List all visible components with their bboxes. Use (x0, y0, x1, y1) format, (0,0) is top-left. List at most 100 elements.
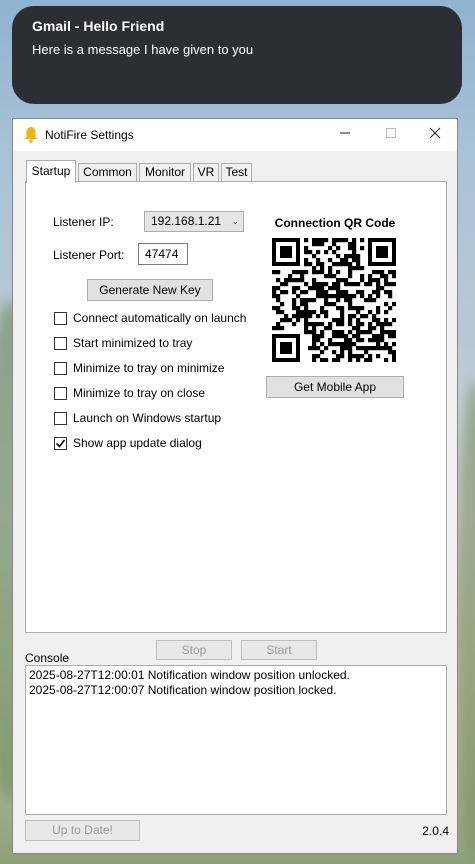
qr-module (336, 298, 341, 303)
qr-module (352, 306, 357, 311)
qr-module (284, 318, 289, 323)
qr-module (356, 262, 361, 267)
stop-button[interactable]: Stop (156, 640, 232, 660)
qr-module (340, 346, 345, 351)
qr-module (280, 290, 285, 295)
generate-new-key-button[interactable]: Generate New Key (87, 279, 213, 301)
qr-module (304, 314, 309, 319)
qr-module (340, 258, 345, 263)
qr-module (292, 298, 297, 303)
qr-module (380, 334, 385, 339)
qr-module (348, 330, 353, 335)
qr-module (344, 294, 349, 299)
qr-module (364, 298, 369, 303)
checkbox-box[interactable] (54, 312, 67, 325)
qr-module (296, 270, 301, 275)
qr-module (308, 322, 313, 327)
qr-module (392, 270, 396, 275)
checkbox-label: Start minimized to tray (73, 336, 193, 350)
qr-module (324, 314, 329, 319)
qr-module (348, 262, 353, 267)
checkbox-box[interactable] (54, 337, 67, 350)
qr-module (300, 314, 305, 319)
qr-module (356, 346, 361, 351)
console-log[interactable]: 2025-08-27T12:00:01 Notification window … (25, 665, 447, 815)
qr-module (360, 338, 365, 343)
qr-module (332, 262, 337, 267)
notification-toast[interactable]: Gmail - Hello Friend Here is a message I… (12, 6, 462, 104)
qr-module (348, 346, 353, 351)
qr-module (324, 294, 329, 299)
qr-module (332, 250, 337, 255)
checkbox-box[interactable] (54, 387, 67, 400)
tab-startup[interactable]: Startup (26, 160, 76, 183)
qr-module (380, 338, 385, 343)
qr-module (360, 294, 365, 299)
checkmark-icon (55, 439, 66, 448)
close-icon (429, 127, 441, 139)
start-button[interactable]: Start (241, 640, 317, 660)
tab-common[interactable]: Common (78, 163, 137, 181)
qr-module (352, 266, 357, 271)
qr-module (352, 258, 357, 263)
qr-module (368, 298, 373, 303)
qr-module (336, 278, 341, 283)
close-button[interactable] (413, 119, 457, 151)
qr-module (272, 270, 277, 275)
qr-module (356, 258, 361, 263)
qr-module (352, 354, 357, 359)
qr-module (352, 334, 357, 339)
qr-module (324, 310, 329, 315)
get-mobile-app-button[interactable]: Get Mobile App (266, 376, 404, 398)
qr-module (348, 354, 353, 359)
qr-module (384, 342, 389, 347)
qr-module (352, 326, 357, 331)
qr-module (384, 290, 389, 295)
checkbox-box[interactable] (54, 362, 67, 375)
qr-module (348, 282, 353, 287)
qr-module (304, 246, 309, 251)
qr-module (312, 266, 317, 271)
qr-module (340, 330, 345, 335)
tab-vr[interactable]: VR (193, 163, 219, 181)
qr-module (364, 282, 369, 287)
minimize-button[interactable] (323, 119, 367, 151)
qr-module (356, 322, 361, 327)
up-to-date-button[interactable]: Up to Date! (25, 820, 140, 841)
maximize-button[interactable] (369, 119, 413, 151)
qr-module (360, 330, 365, 335)
qr-module (336, 294, 341, 299)
listener-port-label: Listener Port: (53, 248, 125, 262)
qr-module (380, 346, 385, 351)
qr-module (316, 286, 321, 291)
tab-monitor[interactable]: Monitor (139, 163, 191, 181)
checkbox-box-checked[interactable] (54, 437, 67, 450)
qr-module (384, 322, 389, 327)
qr-module (324, 274, 329, 279)
qr-module (388, 306, 393, 311)
qr-module (356, 310, 361, 315)
qr-module (352, 342, 357, 347)
checkbox-box[interactable] (54, 412, 67, 425)
checkbox-label: Minimize to tray on close (73, 386, 206, 400)
qr-module (384, 282, 389, 287)
qr-module (312, 354, 317, 359)
qr-module (336, 286, 341, 291)
tab-test[interactable]: Test (221, 163, 252, 181)
qr-module (340, 342, 345, 347)
qr-module (388, 294, 393, 299)
listener-ip-select[interactable]: 192.168.1.21 ⌄ (144, 211, 244, 232)
listener-port-field[interactable]: 47474 (138, 243, 188, 265)
qr-module (296, 294, 301, 299)
qr-module (292, 302, 297, 307)
qr-module (280, 318, 285, 323)
qr-module (324, 238, 329, 243)
qr-module (372, 290, 377, 295)
qr-module (352, 254, 357, 259)
qr-module (360, 278, 365, 283)
qr-module (340, 310, 345, 315)
title-bar[interactable]: NotiFire Settings (13, 119, 457, 151)
qr-module (320, 286, 325, 291)
qr-module (348, 254, 353, 259)
qr-module (292, 270, 297, 275)
